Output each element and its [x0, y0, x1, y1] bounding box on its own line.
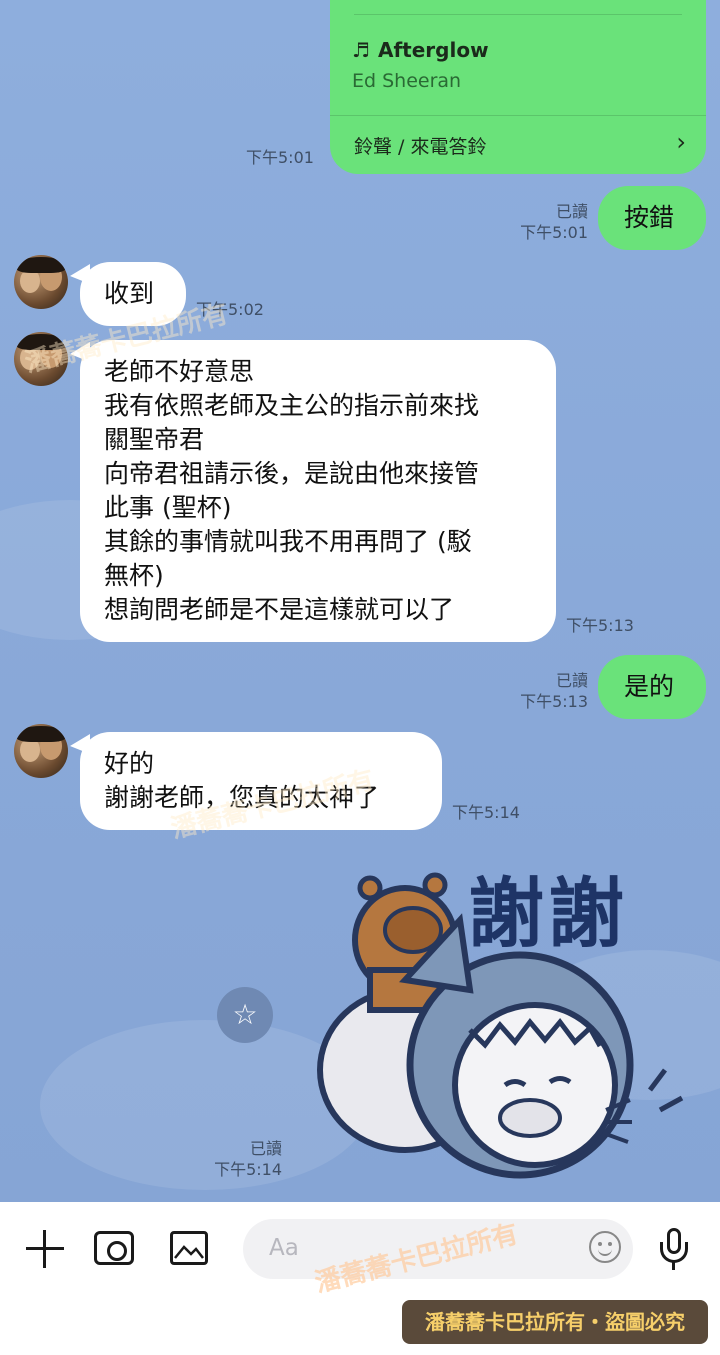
message-time: 下午5:01 [520, 223, 588, 242]
message-line: 好的 [104, 749, 155, 778]
microphone-icon[interactable] [658, 1228, 690, 1272]
footer-watermark: 潘蕎蕎卡巴拉所有・盜圖必究 [402, 1300, 708, 1344]
emoji-icon[interactable] [589, 1231, 621, 1263]
camera-icon[interactable] [94, 1231, 134, 1265]
message-bubble-out[interactable]: 按錯 [598, 186, 706, 250]
message-line: 此事 (聖杯) [104, 493, 232, 522]
avatar[interactable] [14, 255, 68, 309]
star-icon[interactable]: ☆ [217, 987, 273, 1043]
message-time: 下午5:13 [520, 692, 588, 711]
message-line: 關聖帝君 [104, 425, 205, 454]
read-receipt: 已讀 [249, 1139, 282, 1158]
input-placeholder: Aa [269, 1235, 299, 1261]
message-line: 我有依照老師及主公的指示前來找 [104, 391, 480, 420]
song-artist: Ed Sheeran [352, 70, 462, 92]
chat-area[interactable]: ♬ Afterglow Ed Sheeran 鈴聲 / 來電答鈴 › 下午5:0… [0, 0, 720, 1202]
song-title: Afterglow [378, 38, 489, 62]
message-line: 其餘的事情就叫我不用再問了 (駁 [104, 527, 472, 556]
message-bubble-out[interactable]: 是的 [598, 655, 706, 719]
message-text: 收到 [104, 279, 155, 308]
message-time: 下午5:14 [452, 803, 520, 822]
read-receipt: 已讀 [555, 671, 588, 690]
message-line: 無杯) [104, 561, 164, 590]
message-text: 按錯 [624, 203, 675, 232]
message-bubble-in[interactable]: 老師不好意思 我有依照老師及主公的指示前來找 關聖帝君 向帝君祖請示後，是說由他… [80, 340, 556, 642]
music-note-icon: ♬ [352, 38, 370, 62]
message-text: 是的 [624, 672, 675, 701]
plus-icon[interactable] [26, 1230, 64, 1268]
sticker[interactable]: 謝謝 [310, 860, 710, 1190]
message-time: 下午5:14 [214, 1160, 282, 1179]
message-time: 下午5:01 [246, 148, 314, 167]
music-share-card[interactable]: ♬ Afterglow Ed Sheeran 鈴聲 / 來電答鈴 › [330, 0, 706, 174]
ringtone-link[interactable]: 鈴聲 / 來電答鈴 [354, 132, 486, 159]
chevron-right-icon[interactable]: › [676, 128, 686, 156]
divider [354, 14, 682, 15]
avatar[interactable] [14, 724, 68, 778]
message-line: 想詢問老師是不是這樣就可以了 [104, 595, 455, 624]
read-receipt: 已讀 [555, 202, 588, 221]
image-icon[interactable] [170, 1231, 208, 1265]
divider [330, 115, 706, 116]
sticker-text: 謝謝 [468, 869, 628, 958]
message-time: 下午5:13 [566, 616, 634, 635]
message-line: 向帝君祖請示後，是說由他來接管 [104, 459, 480, 488]
message-line: 老師不好意思 [104, 357, 255, 386]
